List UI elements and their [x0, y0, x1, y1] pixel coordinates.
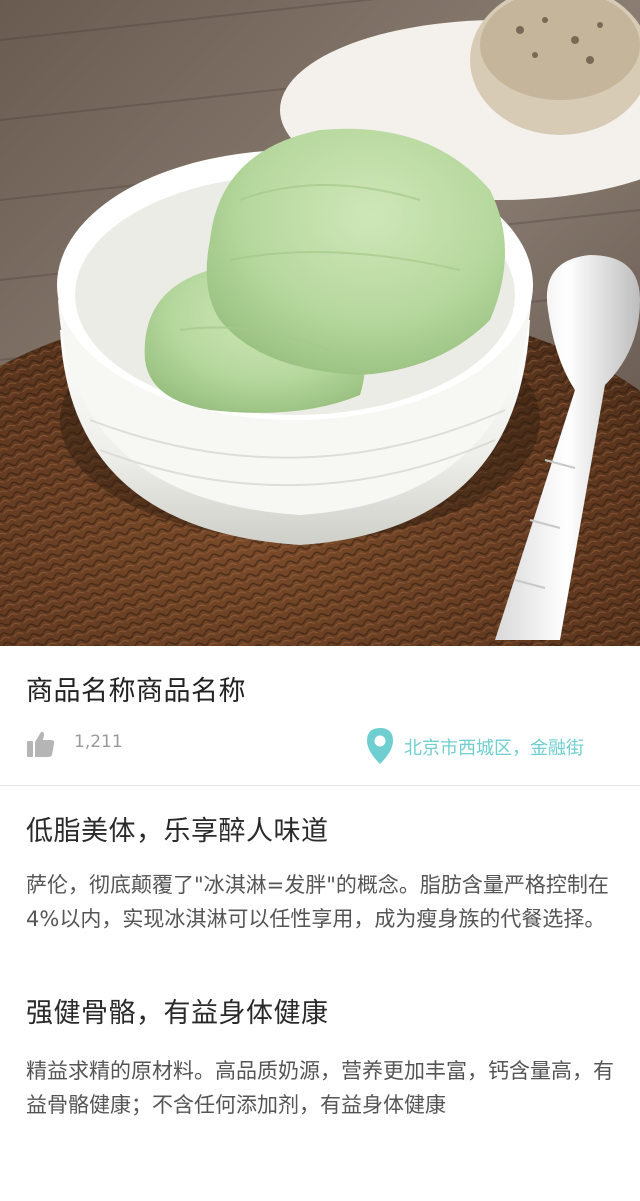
- section-title-health: 强健骨骼，有益身体健康: [26, 998, 329, 1029]
- like-count: 1,211: [74, 732, 123, 752]
- divider: [0, 785, 640, 786]
- map-pin-icon: [365, 727, 395, 765]
- product-title: 商品名称商品名称: [26, 676, 246, 707]
- section-title-low-fat: 低脂美体，乐享醉人味道: [26, 816, 329, 847]
- section-body-health: 精益求精的原材料。高品质奶源，营养更加丰富，钙含量高，有益骨骼健康；不含任何添加…: [26, 1059, 614, 1117]
- product-meta-row: 1,211 北京市西城区，金融街: [0, 724, 640, 770]
- product-hero-image: [0, 0, 640, 646]
- location-link[interactable]: 北京市西城区，金融街: [404, 734, 584, 760]
- thumbs-up-icon[interactable]: [26, 729, 56, 759]
- section-body-low-fat: 萨伦，彻底颠覆了"冰淇淋=发胖"的概念。脂肪含量严格控制在4%以内，实现冰淇淋可…: [26, 873, 609, 931]
- product-detail-page: 商品名称商品名称 1,211 北京市西城区，金融街 低脂美体，乐享醉人味道 萨伦…: [0, 0, 640, 1201]
